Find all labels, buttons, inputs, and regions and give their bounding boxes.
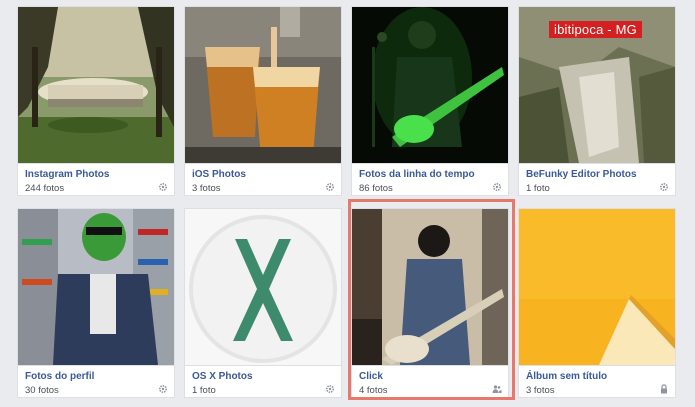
album-title[interactable]: Instagram Photos bbox=[25, 169, 109, 180]
lock-icon[interactable] bbox=[659, 384, 669, 394]
album-title[interactable]: Fotos do perfil bbox=[25, 371, 94, 382]
album-title[interactable]: BeFunky Editor Photos bbox=[526, 169, 637, 180]
photo-caption-overlay: ibitipoca - MG bbox=[549, 21, 642, 38]
album-cover-photo[interactable] bbox=[352, 209, 508, 365]
album-cover-photo[interactable] bbox=[18, 7, 174, 163]
album-cover-photo[interactable] bbox=[185, 209, 341, 365]
gear-icon[interactable] bbox=[492, 182, 502, 192]
album-title[interactable]: Fotos da linha do tempo bbox=[359, 169, 475, 180]
album-photo-count: 86 fotos bbox=[359, 183, 393, 194]
gear-icon[interactable] bbox=[659, 182, 669, 192]
gear-icon[interactable] bbox=[325, 384, 335, 394]
album-photo-count: 1 foto bbox=[526, 183, 550, 194]
album-meta: Click 4 fotos bbox=[352, 365, 508, 397]
gear-icon[interactable] bbox=[158, 384, 168, 394]
album-meta: Fotos do perfil 30 fotos bbox=[18, 365, 174, 397]
gear-icon[interactable] bbox=[325, 182, 335, 192]
album-title[interactable]: Álbum sem título bbox=[526, 371, 607, 382]
friends-icon[interactable] bbox=[492, 384, 502, 394]
album-photo-count: 1 foto bbox=[192, 385, 216, 396]
gear-icon[interactable] bbox=[158, 182, 168, 192]
album-card-ios-photos[interactable]: iOS Photos 3 fotos bbox=[184, 6, 342, 196]
album-card-instagram-photos[interactable]: Instagram Photos 244 fotos bbox=[17, 6, 175, 196]
album-card-os-x-photos[interactable]: OS X Photos 1 foto bbox=[184, 208, 342, 398]
album-card-album-sem-titulo[interactable]: Álbum sem título 3 fotos bbox=[518, 208, 676, 398]
album-photo-count: 3 fotos bbox=[526, 385, 555, 396]
album-cover-photo[interactable] bbox=[519, 209, 675, 365]
album-meta: Instagram Photos 244 fotos bbox=[18, 163, 174, 195]
album-card-fotos-da-linha-do-tempo[interactable]: Fotos da linha do tempo 86 fotos bbox=[351, 6, 509, 196]
album-meta: iOS Photos 3 fotos bbox=[185, 163, 341, 195]
album-grid: Instagram Photos 244 fotos iOS Photos 3 … bbox=[0, 0, 695, 407]
album-card-befunky-editor-photos[interactable]: ibitipoca - MG BeFunky Editor Photos 1 f… bbox=[518, 6, 676, 196]
album-title[interactable]: OS X Photos bbox=[192, 371, 253, 382]
album-card-fotos-do-perfil[interactable]: Fotos do perfil 30 fotos bbox=[17, 208, 175, 398]
album-title[interactable]: Click bbox=[359, 371, 383, 382]
album-photo-count: 3 fotos bbox=[192, 183, 221, 194]
album-cover-photo[interactable] bbox=[185, 7, 341, 163]
album-card-click[interactable]: Click 4 fotos bbox=[351, 208, 509, 398]
album-meta: OS X Photos 1 foto bbox=[185, 365, 341, 397]
album-photo-count: 30 fotos bbox=[25, 385, 59, 396]
album-cover-photo[interactable] bbox=[18, 209, 174, 365]
album-title[interactable]: iOS Photos bbox=[192, 169, 246, 180]
album-cover-photo[interactable]: ibitipoca - MG bbox=[519, 7, 675, 163]
album-meta: Fotos da linha do tempo 86 fotos bbox=[352, 163, 508, 195]
album-photo-count: 4 fotos bbox=[359, 385, 388, 396]
album-meta: BeFunky Editor Photos 1 foto bbox=[519, 163, 675, 195]
album-photo-count: 244 fotos bbox=[25, 183, 65, 194]
album-meta: Álbum sem título 3 fotos bbox=[519, 365, 675, 397]
album-cover-photo[interactable] bbox=[352, 7, 508, 163]
